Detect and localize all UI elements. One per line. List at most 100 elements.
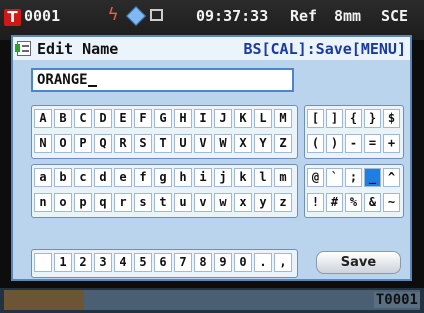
symbol-key[interactable]: @ xyxy=(307,168,324,187)
symbol-key[interactable]: ) xyxy=(326,134,343,153)
symbol-key[interactable]: ~ xyxy=(383,193,400,212)
symbol-key[interactable]: + xyxy=(383,134,400,153)
edit-document-icon xyxy=(15,41,31,56)
printer-icon xyxy=(150,9,163,21)
name-input[interactable]: ORANGE xyxy=(31,68,294,92)
dialog-key-hint: BS[CAL]:Save[MENU] xyxy=(243,40,406,58)
letter-key[interactable]: o xyxy=(54,193,72,212)
letter-key[interactable]: p xyxy=(74,193,92,212)
symbol-key[interactable]: % xyxy=(345,193,362,212)
digit-key[interactable]: 7 xyxy=(174,253,192,272)
digit-key[interactable]: 2 xyxy=(74,253,92,272)
symbol-key[interactable]: _ xyxy=(364,168,381,187)
letter-key[interactable]: h xyxy=(174,168,192,187)
letter-key[interactable]: V xyxy=(194,134,212,153)
letter-key[interactable]: S xyxy=(134,134,152,153)
digit-key[interactable]: 0 xyxy=(234,253,252,272)
letter-key[interactable]: u xyxy=(174,193,192,212)
symbol-key[interactable]: ] xyxy=(326,109,343,128)
digit-key[interactable] xyxy=(34,253,52,272)
letter-key[interactable]: b xyxy=(54,168,72,187)
dialog-title: Edit Name xyxy=(37,40,119,58)
digit-key[interactable]: , xyxy=(274,253,292,272)
save-button[interactable]: Save xyxy=(316,251,401,274)
symbol-key[interactable]: $ xyxy=(383,109,400,128)
letter-key[interactable]: W xyxy=(214,134,232,153)
letter-key[interactable]: E xyxy=(114,109,132,128)
letter-key[interactable]: K xyxy=(234,109,252,128)
letter-key[interactable]: G xyxy=(154,109,172,128)
symbol-key[interactable]: & xyxy=(364,193,381,212)
letter-key[interactable]: Z xyxy=(274,134,292,153)
letter-key[interactable]: z xyxy=(274,193,292,212)
letter-key[interactable]: N xyxy=(34,134,52,153)
letter-key[interactable]: A xyxy=(34,109,52,128)
name-value: ORANGE xyxy=(37,72,88,88)
letter-key[interactable]: x xyxy=(234,193,252,212)
symbol-key[interactable]: } xyxy=(364,109,381,128)
letter-key[interactable]: y xyxy=(254,193,272,212)
letter-key[interactable]: c xyxy=(74,168,92,187)
letter-key[interactable]: H xyxy=(174,109,192,128)
digit-key[interactable]: 1 xyxy=(54,253,72,272)
letter-key[interactable]: f xyxy=(134,168,152,187)
symbol-key[interactable]: [ xyxy=(307,109,324,128)
letter-key[interactable]: a xyxy=(34,168,52,187)
letter-key[interactable]: v xyxy=(194,193,212,212)
digit-key[interactable]: 6 xyxy=(154,253,172,272)
dialog-header: Edit Name BS[CAL]:Save[MENU] xyxy=(13,37,410,60)
letter-key[interactable]: n xyxy=(34,193,52,212)
letter-key[interactable]: F xyxy=(134,109,152,128)
battery-lightning-icon: ϟ xyxy=(108,5,119,25)
letter-key[interactable]: X xyxy=(234,134,252,153)
digit-key[interactable]: 4 xyxy=(114,253,132,272)
letter-key[interactable]: Y xyxy=(254,134,272,153)
letter-key[interactable]: U xyxy=(174,134,192,153)
letter-key[interactable]: P xyxy=(74,134,92,153)
symbol-key[interactable]: - xyxy=(345,134,362,153)
letter-key[interactable]: d xyxy=(94,168,112,187)
symbol-key[interactable]: = xyxy=(364,134,381,153)
digit-key[interactable]: 5 xyxy=(134,253,152,272)
diamond-sync-icon xyxy=(126,6,146,26)
letter-key[interactable]: k xyxy=(234,168,252,187)
letter-key[interactable]: C xyxy=(74,109,92,128)
letter-key[interactable]: M xyxy=(274,109,292,128)
color-swatch xyxy=(4,290,84,310)
symbol-key[interactable]: { xyxy=(345,109,362,128)
letter-key[interactable]: q xyxy=(94,193,112,212)
letter-key[interactable]: i xyxy=(194,168,212,187)
letter-key[interactable]: D xyxy=(94,109,112,128)
letter-key[interactable]: t xyxy=(154,193,172,212)
letter-key[interactable]: J xyxy=(214,109,232,128)
clock-time: 09:37:33 xyxy=(196,7,269,25)
symbol-key[interactable]: ^ xyxy=(383,168,400,187)
letter-key[interactable]: I xyxy=(194,109,212,128)
edit-name-dialog: Edit Name BS[CAL]:Save[MENU] ORANGE ABCD… xyxy=(11,35,412,281)
digit-key[interactable]: 3 xyxy=(94,253,112,272)
letter-key[interactable]: R xyxy=(114,134,132,153)
symbol-key[interactable]: ! xyxy=(307,193,324,212)
symbol-key[interactable]: ( xyxy=(307,134,324,153)
letter-key[interactable]: j xyxy=(214,168,232,187)
letter-key[interactable]: r xyxy=(114,193,132,212)
letter-key[interactable]: s xyxy=(134,193,152,212)
letter-key[interactable]: T xyxy=(154,134,172,153)
text-cursor xyxy=(87,72,97,87)
digit-key[interactable]: . xyxy=(254,253,272,272)
letter-key[interactable]: m xyxy=(274,168,292,187)
symbol-key[interactable]: # xyxy=(326,193,343,212)
letter-key[interactable]: O xyxy=(54,134,72,153)
letter-key[interactable]: l xyxy=(254,168,272,187)
digit-key[interactable]: 9 xyxy=(214,253,232,272)
symbol-key[interactable]: ` xyxy=(326,168,343,187)
letter-key[interactable]: g xyxy=(154,168,172,187)
letter-key[interactable]: B xyxy=(54,109,72,128)
aperture-size: 8mm xyxy=(334,7,362,25)
letter-key[interactable]: L xyxy=(254,109,272,128)
letter-key[interactable]: e xyxy=(114,168,132,187)
symbol-key[interactable]: ; xyxy=(345,168,362,187)
digit-key[interactable]: 8 xyxy=(194,253,212,272)
letter-key[interactable]: w xyxy=(214,193,232,212)
letter-key[interactable]: Q xyxy=(94,134,112,153)
